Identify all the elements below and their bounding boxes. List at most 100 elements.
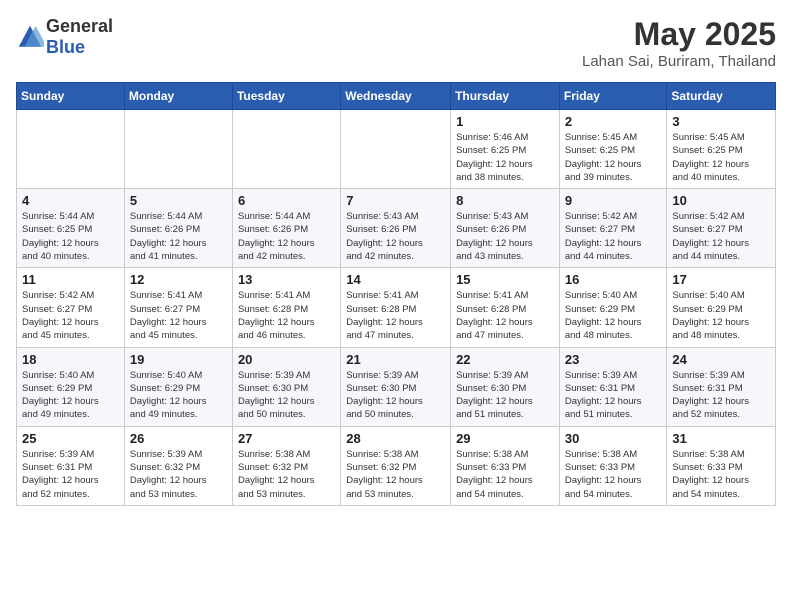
location-title: Lahan Sai, Buriram, Thailand xyxy=(582,53,776,70)
day-cell: 24 Sunrise: 5:39 AM Sunset: 6:31 PM Dayli… xyxy=(667,347,776,426)
logo-text-general: General xyxy=(46,16,113,36)
week-row-5: 25 Sunrise: 5:39 AM Sunset: 6:31 PM Dayli… xyxy=(17,426,776,505)
day-number: 22 xyxy=(456,352,554,367)
day-cell: 10 Sunrise: 5:42 AM Sunset: 6:27 PM Dayli… xyxy=(667,189,776,268)
day-cell: 30 Sunrise: 5:38 AM Sunset: 6:33 PM Dayli… xyxy=(559,426,667,505)
day-number: 26 xyxy=(130,431,227,446)
month-title: May 2025 xyxy=(582,16,776,53)
day-info: Sunrise: 5:43 AM Sunset: 6:26 PM Dayligh… xyxy=(456,210,554,263)
day-cell xyxy=(341,110,451,189)
day-number: 31 xyxy=(672,431,770,446)
day-info: Sunrise: 5:45 AM Sunset: 6:25 PM Dayligh… xyxy=(565,131,662,184)
day-info: Sunrise: 5:38 AM Sunset: 6:32 PM Dayligh… xyxy=(238,448,335,501)
weekday-header-monday: Monday xyxy=(124,83,232,110)
day-number: 19 xyxy=(130,352,227,367)
day-number: 6 xyxy=(238,193,335,208)
day-cell: 3Sunrise: 5:45 AM Sunset: 6:25 PM Daylig… xyxy=(667,110,776,189)
day-cell: 22 Sunrise: 5:39 AM Sunset: 6:30 PM Dayli… xyxy=(451,347,560,426)
day-cell: 27 Sunrise: 5:38 AM Sunset: 6:32 PM Dayli… xyxy=(232,426,340,505)
day-number: 14 xyxy=(346,272,445,287)
day-info: Sunrise: 5:41 AM Sunset: 6:28 PM Dayligh… xyxy=(346,289,445,342)
day-info: Sunrise: 5:42 AM Sunset: 6:27 PM Dayligh… xyxy=(22,289,119,342)
day-info: Sunrise: 5:44 AM Sunset: 6:25 PM Dayligh… xyxy=(22,210,119,263)
day-cell: 6 Sunrise: 5:44 AM Sunset: 6:26 PM Daylig… xyxy=(232,189,340,268)
day-number: 24 xyxy=(672,352,770,367)
day-number: 8 xyxy=(456,193,554,208)
week-row-4: 18 Sunrise: 5:40 AM Sunset: 6:29 PM Dayli… xyxy=(17,347,776,426)
day-cell: 18Sunrise: 5:40 AM Sunset: 6:29 PM Dayli… xyxy=(17,347,125,426)
day-info: Sunrise: 5:40 AM Sunset: 6:29 PM Dayligh… xyxy=(672,289,770,342)
day-number: 20 xyxy=(238,352,335,367)
day-number: 9 xyxy=(565,193,662,208)
day-info: Sunrise: 5:46 AM Sunset: 6:25 PM Dayligh… xyxy=(456,131,554,184)
weekday-header-tuesday: Tuesday xyxy=(232,83,340,110)
day-number: 13 xyxy=(238,272,335,287)
day-number: 1 xyxy=(456,114,554,129)
day-info: Sunrise: 5:40 AM Sunset: 6:29 PM Dayligh… xyxy=(130,369,227,422)
day-info: Sunrise: 5:39 AM Sunset: 6:31 PM Dayligh… xyxy=(22,448,119,501)
day-cell xyxy=(17,110,125,189)
weekday-header-wednesday: Wednesday xyxy=(341,83,451,110)
day-number: 5 xyxy=(130,193,227,208)
day-info: Sunrise: 5:44 AM Sunset: 6:26 PM Dayligh… xyxy=(238,210,335,263)
day-number: 25 xyxy=(22,431,119,446)
day-number: 29 xyxy=(456,431,554,446)
week-row-2: 4Sunrise: 5:44 AM Sunset: 6:25 PM Daylig… xyxy=(17,189,776,268)
day-cell: 31Sunrise: 5:38 AM Sunset: 6:33 PM Dayli… xyxy=(667,426,776,505)
day-info: Sunrise: 5:41 AM Sunset: 6:27 PM Dayligh… xyxy=(130,289,227,342)
day-info: Sunrise: 5:41 AM Sunset: 6:28 PM Dayligh… xyxy=(456,289,554,342)
day-cell: 19 Sunrise: 5:40 AM Sunset: 6:29 PM Dayli… xyxy=(124,347,232,426)
day-cell: 13 Sunrise: 5:41 AM Sunset: 6:28 PM Dayli… xyxy=(232,268,340,347)
day-number: 27 xyxy=(238,431,335,446)
day-info: Sunrise: 5:38 AM Sunset: 6:33 PM Dayligh… xyxy=(565,448,662,501)
weekday-header-saturday: Saturday xyxy=(667,83,776,110)
day-cell: 4Sunrise: 5:44 AM Sunset: 6:25 PM Daylig… xyxy=(17,189,125,268)
day-cell: 11 Sunrise: 5:42 AM Sunset: 6:27 PM Dayli… xyxy=(17,268,125,347)
day-number: 18 xyxy=(22,352,119,367)
weekday-header-thursday: Thursday xyxy=(451,83,560,110)
day-info: Sunrise: 5:39 AM Sunset: 6:31 PM Dayligh… xyxy=(672,369,770,422)
day-info: Sunrise: 5:38 AM Sunset: 6:33 PM Dayligh… xyxy=(456,448,554,501)
day-cell: 21Sunrise: 5:39 AM Sunset: 6:30 PM Dayli… xyxy=(341,347,451,426)
logo-icon xyxy=(16,23,44,51)
day-number: 11 xyxy=(22,272,119,287)
day-number: 21 xyxy=(346,352,445,367)
weekday-header-sunday: Sunday xyxy=(17,83,125,110)
day-cell xyxy=(232,110,340,189)
day-cell xyxy=(124,110,232,189)
day-info: Sunrise: 5:39 AM Sunset: 6:30 PM Dayligh… xyxy=(456,369,554,422)
day-info: Sunrise: 5:42 AM Sunset: 6:27 PM Dayligh… xyxy=(672,210,770,263)
day-cell: 23 Sunrise: 5:39 AM Sunset: 6:31 PM Dayli… xyxy=(559,347,667,426)
day-info: Sunrise: 5:41 AM Sunset: 6:28 PM Dayligh… xyxy=(238,289,335,342)
day-cell: 16Sunrise: 5:40 AM Sunset: 6:29 PM Dayli… xyxy=(559,268,667,347)
day-cell: 12Sunrise: 5:41 AM Sunset: 6:27 PM Dayli… xyxy=(124,268,232,347)
day-number: 30 xyxy=(565,431,662,446)
day-cell: 26Sunrise: 5:39 AM Sunset: 6:32 PM Dayli… xyxy=(124,426,232,505)
day-cell: 20 Sunrise: 5:39 AM Sunset: 6:30 PM Dayli… xyxy=(232,347,340,426)
day-number: 10 xyxy=(672,193,770,208)
calendar-table: SundayMondayTuesdayWednesdayThursdayFrid… xyxy=(16,82,776,506)
page-header: General Blue May 2025 Lahan Sai, Buriram… xyxy=(16,16,776,70)
week-row-3: 11 Sunrise: 5:42 AM Sunset: 6:27 PM Dayli… xyxy=(17,268,776,347)
day-cell: 9 Sunrise: 5:42 AM Sunset: 6:27 PM Daylig… xyxy=(559,189,667,268)
day-info: Sunrise: 5:39 AM Sunset: 6:31 PM Dayligh… xyxy=(565,369,662,422)
day-cell: 28Sunrise: 5:38 AM Sunset: 6:32 PM Dayli… xyxy=(341,426,451,505)
day-cell: 7Sunrise: 5:43 AM Sunset: 6:26 PM Daylig… xyxy=(341,189,451,268)
day-number: 23 xyxy=(565,352,662,367)
weekday-header-row: SundayMondayTuesdayWednesdayThursdayFrid… xyxy=(17,83,776,110)
day-cell: 2Sunrise: 5:45 AM Sunset: 6:25 PM Daylig… xyxy=(559,110,667,189)
day-cell: 8 Sunrise: 5:43 AM Sunset: 6:26 PM Daylig… xyxy=(451,189,560,268)
day-cell: 5Sunrise: 5:44 AM Sunset: 6:26 PM Daylig… xyxy=(124,189,232,268)
day-cell: 14 Sunrise: 5:41 AM Sunset: 6:28 PM Dayli… xyxy=(341,268,451,347)
day-cell: 15 Sunrise: 5:41 AM Sunset: 6:28 PM Dayli… xyxy=(451,268,560,347)
day-cell: 17Sunrise: 5:40 AM Sunset: 6:29 PM Dayli… xyxy=(667,268,776,347)
day-info: Sunrise: 5:40 AM Sunset: 6:29 PM Dayligh… xyxy=(565,289,662,342)
day-info: Sunrise: 5:42 AM Sunset: 6:27 PM Dayligh… xyxy=(565,210,662,263)
title-block: May 2025 Lahan Sai, Buriram, Thailand xyxy=(582,16,776,70)
day-number: 28 xyxy=(346,431,445,446)
day-number: 3 xyxy=(672,114,770,129)
weekday-header-friday: Friday xyxy=(559,83,667,110)
day-number: 15 xyxy=(456,272,554,287)
day-info: Sunrise: 5:39 AM Sunset: 6:30 PM Dayligh… xyxy=(238,369,335,422)
day-cell: 1 Sunrise: 5:46 AM Sunset: 6:25 PM Daylig… xyxy=(451,110,560,189)
